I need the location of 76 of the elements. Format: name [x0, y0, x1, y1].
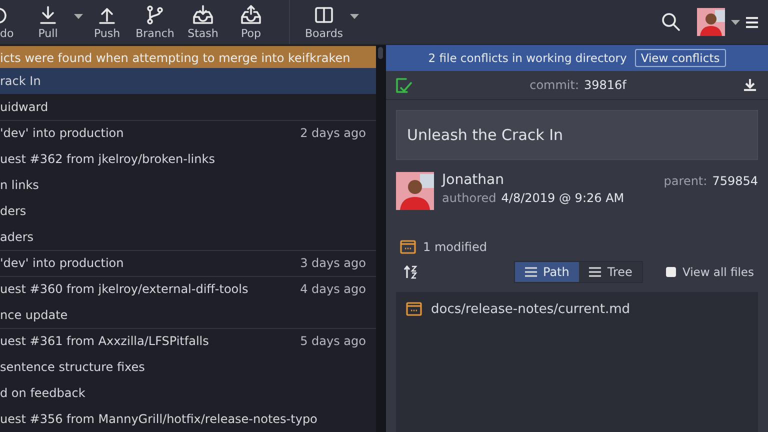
parent-sha[interactable]: 759854 [712, 174, 758, 188]
commit-sha: 39816f [584, 78, 626, 92]
commit-row[interactable]: 'dev' into production 2 days ago [0, 120, 376, 146]
download-icon[interactable] [744, 78, 756, 92]
avatar-icon[interactable] [697, 8, 725, 36]
commit-time: 4 days ago [300, 282, 366, 296]
commit-label: commit: [530, 78, 579, 92]
file-path[interactable]: docs/release-notes/current.md [431, 302, 630, 316]
commit-row[interactable]: d on feedback [0, 380, 376, 406]
menu-icon[interactable] [746, 16, 758, 28]
modified-file-icon [406, 302, 422, 316]
authored-label: authored [442, 191, 496, 205]
list-icon [525, 267, 537, 277]
download-icon [38, 4, 58, 24]
search-icon[interactable] [661, 12, 681, 32]
commit-message: n links [0, 178, 39, 192]
pull-button[interactable]: Pull [24, 0, 83, 44]
branch-button[interactable]: Branch [131, 0, 179, 44]
caret-icon[interactable] [731, 20, 740, 24]
commit-row[interactable]: uest #356 from MannyGrill/hotfix/release-notes-typo [0, 406, 376, 432]
authored-date: 4/8/2019 @ 9:26 AM [501, 191, 624, 205]
commit-summary-field[interactable]: Unleash the Crack In [396, 110, 758, 160]
checked-file-icon [396, 78, 412, 92]
tray-in-icon [192, 4, 214, 24]
columns-icon [314, 4, 334, 24]
commit-message: sentence structure fixes [0, 360, 145, 374]
commit-message: uest #360 from jkelroy/external-diff-tools [0, 282, 248, 296]
commit-row[interactable]: uidward [0, 94, 376, 120]
push-button[interactable]: Push [83, 0, 131, 44]
commit-row[interactable]: n links [0, 172, 376, 198]
checkbox-label[interactable]: View all files [682, 265, 754, 279]
commit-message: uidward [0, 100, 48, 114]
pop-button[interactable]: Pop [227, 0, 275, 44]
conflict-banner: icts were found when attempting to merge into keifkraken [0, 46, 376, 68]
commit-time: 2 days ago [300, 126, 366, 140]
commit-message: uest #362 from jkelroy/broken-links [0, 152, 215, 166]
commit-message: aders [0, 230, 34, 244]
commit-message: 'dev' into production [0, 126, 124, 140]
commit-row[interactable]: rack In [0, 68, 376, 94]
commit-row[interactable]: ders [0, 198, 376, 224]
scrollbar[interactable] [376, 45, 385, 432]
checkbox[interactable] [666, 267, 676, 277]
commit-row[interactable]: uest #360 from jkelroy/external-diff-tools 4 days ago [0, 276, 376, 302]
parent-label: parent: [664, 174, 708, 188]
commit-row[interactable]: 'dev' into production 3 days ago [0, 250, 376, 276]
author-name: Jonathan [442, 172, 505, 188]
view-tab[interactable]: Path [515, 262, 580, 282]
commit-time: 3 days ago [300, 256, 366, 270]
commit-row[interactable]: uest #362 from jkelroy/broken-links [0, 146, 376, 172]
commit-message: uest #361 from Axxzilla/LFSPitfalls [0, 334, 209, 348]
sort-icon[interactable] [404, 265, 418, 279]
branch-icon [145, 4, 165, 24]
commit-row[interactable]: aders [0, 224, 376, 250]
avatar-icon [396, 172, 434, 210]
commit-row[interactable]: nce update [0, 302, 376, 328]
commit-row[interactable]: uest #361 from Axxzilla/LFSPitfalls 5 days ago [0, 328, 376, 354]
list-icon [589, 267, 602, 277]
caret-icon [350, 14, 359, 18]
commit-message: nce update [0, 308, 68, 322]
modified-count: 1 modified [423, 240, 487, 254]
conflict-message: 2 file conflicts in working directory [428, 51, 627, 65]
boards-button[interactable]: Boards [289, 0, 359, 44]
view-tab[interactable]: Tree [579, 262, 642, 282]
caret-icon [74, 14, 83, 18]
stash-button[interactable]: Stash [179, 0, 227, 44]
commit-message: uest #356 from MannyGrill/hotfix/release-notes-typo [0, 412, 318, 426]
tray-out-icon [240, 4, 262, 24]
commit-message: d on feedback [0, 386, 86, 400]
commit-row[interactable]: sentence structure fixes [0, 354, 376, 380]
commit-time: 5 days ago [300, 334, 366, 348]
view-conflicts-button[interactable]: View conflicts [634, 49, 726, 67]
commit-message: 'dev' into production [0, 256, 124, 270]
commit-message: ders [0, 204, 26, 218]
commit-message: rack In [0, 74, 41, 88]
undo-button[interactable]: do [0, 0, 24, 44]
modified-file-icon [400, 240, 416, 254]
